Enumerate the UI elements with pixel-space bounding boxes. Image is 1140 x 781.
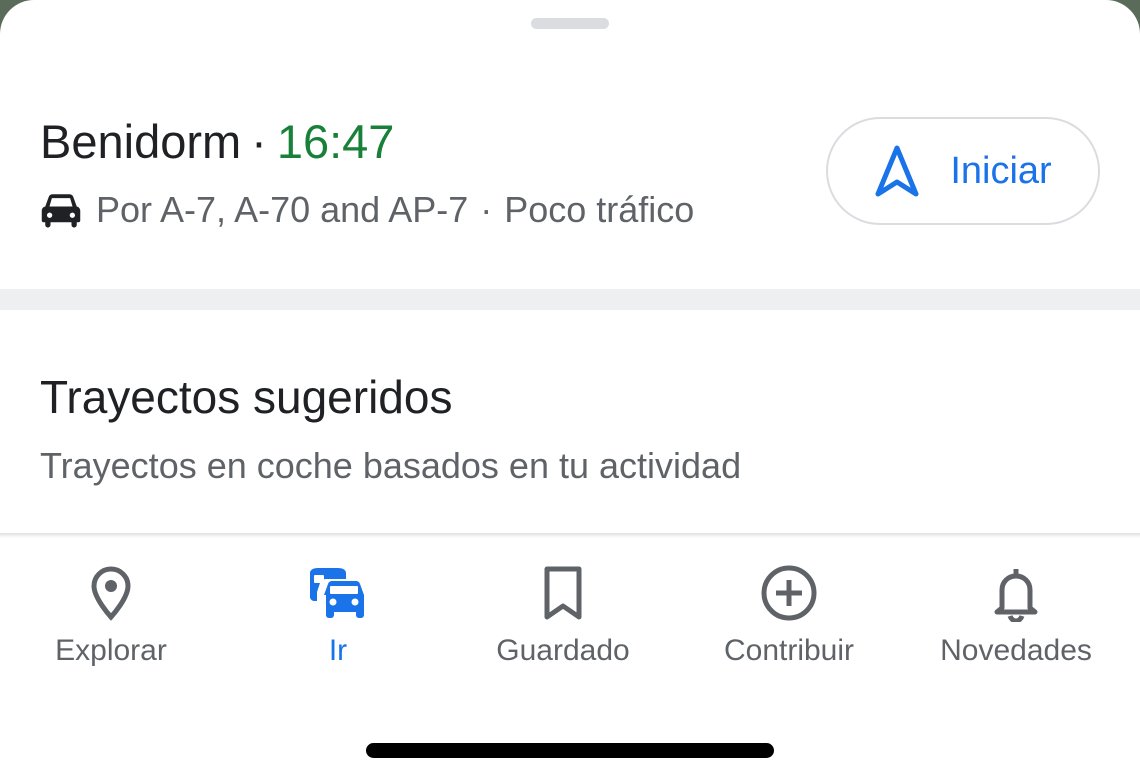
route-via: Por A-7, A-70 and AP-7 bbox=[96, 189, 469, 230]
nav-item-contribuir[interactable]: Contribuir bbox=[714, 538, 864, 668]
bottom-navigation-bar: Explorar Ir Guardado Contribuir Novedade… bbox=[0, 538, 1140, 688]
suggested-trips-subtitle: Trayectos en coche basados en tu activid… bbox=[40, 445, 742, 486]
nav-label-explorar: Explorar bbox=[55, 634, 167, 667]
nav-label-guardado: Guardado bbox=[496, 634, 630, 667]
start-button-label: Iniciar bbox=[950, 149, 1052, 192]
destination-row[interactable]: Benidorm · 16:47 bbox=[40, 112, 394, 170]
car-icon bbox=[41, 194, 81, 228]
destination-separator: · bbox=[251, 114, 267, 168]
section-divider bbox=[0, 289, 1140, 310]
arrival-time: 16:47 bbox=[276, 114, 395, 168]
bottom-sheet: Benidorm · 16:47 Por A-7, A-70 and AP-7 … bbox=[0, 0, 1140, 781]
nav-label-novedades: Novedades bbox=[940, 634, 1092, 667]
destination-name: Benidorm bbox=[40, 114, 242, 168]
suggested-trips-title: Trayectos sugeridos bbox=[40, 371, 453, 423]
commute-icon bbox=[310, 568, 364, 618]
nav-item-novedades[interactable]: Novedades bbox=[933, 538, 1099, 668]
sheet-drag-handle[interactable] bbox=[531, 18, 609, 29]
location-pin-icon bbox=[91, 566, 131, 621]
nav-label-ir: Ir bbox=[328, 634, 348, 667]
start-navigation-button[interactable]: Iniciar bbox=[826, 117, 1100, 225]
traffic-status: Poco tráfico bbox=[504, 189, 695, 230]
bookmark-icon bbox=[544, 566, 582, 620]
add-circle-icon bbox=[761, 565, 817, 621]
route-separator: · bbox=[480, 189, 493, 230]
route-summary: Por A-7, A-70 and AP-7 · Poco tráfico bbox=[40, 186, 694, 234]
nav-label-contribuir: Contribuir bbox=[723, 634, 855, 667]
nav-item-ir[interactable]: Ir bbox=[298, 538, 378, 668]
bell-icon bbox=[994, 569, 1038, 622]
home-indicator[interactable] bbox=[366, 743, 774, 758]
navigation-arrow-icon bbox=[875, 145, 919, 197]
nav-item-explorar[interactable]: Explorar bbox=[50, 538, 172, 668]
nav-item-guardado[interactable]: Guardado bbox=[490, 538, 636, 668]
